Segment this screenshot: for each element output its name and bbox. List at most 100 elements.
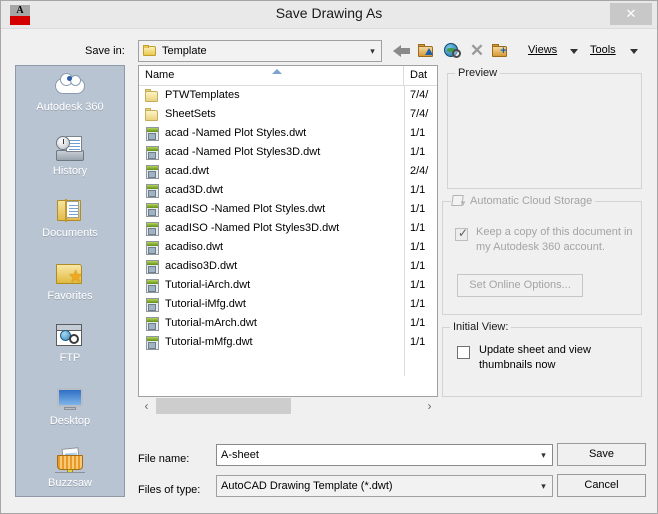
file-date-cell: 1/1 xyxy=(410,184,426,196)
file-list-row[interactable]: acadISO -Named Plot Styles.dwt 1/1 xyxy=(139,200,437,219)
cloud-upload-icon: ▼ xyxy=(451,193,467,208)
chevron-down-icon: ▾ xyxy=(370,45,375,56)
dwt-file-icon xyxy=(145,165,160,179)
places-item-label: Buzzsaw xyxy=(47,477,93,489)
dwt-file-icon xyxy=(145,222,160,236)
file-name-cell: acadISO -Named Plot Styles3D.dwt xyxy=(165,222,340,234)
file-list-row[interactable]: acadiso.dwt 1/1 xyxy=(139,238,437,257)
dwt-file-icon xyxy=(145,317,160,331)
file-date-cell: 1/1 xyxy=(410,127,426,139)
up-arrow-badge-icon xyxy=(425,48,433,55)
preview-title: Preview xyxy=(455,67,501,79)
folder-icon xyxy=(143,45,157,57)
file-name-cell: acadISO -Named Plot Styles.dwt xyxy=(165,203,326,215)
file-list-row[interactable]: Tutorial-iArch.dwt 1/1 xyxy=(139,276,437,295)
set-online-options-button[interactable]: Set Online Options... xyxy=(457,274,583,297)
file-date-cell: 1/1 xyxy=(410,298,426,310)
file-date-cell: 7/4/ xyxy=(410,89,429,101)
keep-copy-checkbox[interactable]: ✓ xyxy=(455,226,469,241)
files-of-type-label: Files of type: xyxy=(138,484,201,496)
magnifier-icon xyxy=(452,49,461,58)
places-item-ftp[interactable]: FTP xyxy=(16,321,124,364)
file-list-row[interactable]: acad -Named Plot Styles.dwt 1/1 xyxy=(139,124,437,143)
dwt-file-icon xyxy=(145,127,160,141)
scrollbar-thumb[interactable] xyxy=(156,398,291,414)
file-date-cell: 7/4/ xyxy=(410,108,429,120)
places-item-label: FTP xyxy=(59,352,81,364)
file-list-row[interactable]: acad -Named Plot Styles3D.dwt 1/1 xyxy=(139,143,437,162)
file-list-row[interactable]: Tutorial-mArch.dwt 1/1 xyxy=(139,314,437,333)
close-icon[interactable]: ✕ xyxy=(610,3,652,25)
file-list-row[interactable]: Tutorial-iMfg.dwt 1/1 xyxy=(139,295,437,314)
up-one-level-button[interactable] xyxy=(416,41,438,61)
horizontal-scrollbar[interactable]: ‹ › xyxy=(138,397,438,415)
dwt-file-icon xyxy=(145,260,160,274)
scroll-right-icon[interactable]: › xyxy=(421,397,438,415)
tools-menu-button[interactable]: Tools xyxy=(590,44,638,56)
column-header-name[interactable]: Name xyxy=(139,66,404,85)
files-of-type-dropdown[interactable]: AutoCAD Drawing Template (*.dwt) ▾ xyxy=(216,475,553,497)
file-list-rows: PTWTemplates 7/4/SheetSets 7/4/acad -Named… xyxy=(139,86,437,376)
file-list-row[interactable]: Tutorial-mMfg.dwt 1/1 xyxy=(139,333,437,352)
file-date-cell: 2/4/ xyxy=(410,165,429,177)
desktop-monitor-icon xyxy=(53,384,87,414)
column-header-date[interactable]: Dat xyxy=(405,66,437,85)
tools-menu-label: Tools xyxy=(590,44,616,56)
views-menu-button[interactable]: Views xyxy=(528,44,578,56)
cancel-button[interactable]: Cancel xyxy=(557,474,646,497)
back-button[interactable] xyxy=(392,41,414,61)
file-list[interactable]: Name Dat PTWTemplates 7/4/SheetSets 7/4/ac… xyxy=(138,65,438,397)
file-name-input[interactable]: A-sheet ▾ xyxy=(216,444,553,466)
file-list-row[interactable]: SheetSets 7/4/ xyxy=(139,105,437,124)
create-new-folder-button[interactable]: + xyxy=(490,41,512,61)
places-item-label: Autodesk 360 xyxy=(36,101,104,113)
save-button[interactable]: Save xyxy=(557,443,646,466)
file-date-cell: 1/1 xyxy=(410,336,426,348)
chevron-down-icon[interactable]: ▾ xyxy=(535,450,552,461)
preview-panel: Preview xyxy=(447,67,642,189)
file-name-cell: SheetSets xyxy=(165,108,216,120)
update-thumbnails-checkbox[interactable] xyxy=(457,346,470,359)
places-item-favorites[interactable]: ★ Favorites xyxy=(16,259,124,302)
search-web-button[interactable] xyxy=(442,41,464,61)
places-item-desktop[interactable]: Desktop xyxy=(16,384,124,427)
places-item-label: History xyxy=(52,165,88,177)
places-item-documents[interactable]: Documents xyxy=(16,196,124,239)
places-item-buzzsaw[interactable]: Buzzsaw xyxy=(16,446,124,489)
dwt-file-icon xyxy=(145,298,160,312)
folder-icon xyxy=(145,89,160,103)
automatic-cloud-storage-panel: ▼ Automatic Cloud Storage ✓ Keep a copy … xyxy=(442,193,642,315)
views-menu-label: Views xyxy=(528,44,558,56)
check-icon: ✓ xyxy=(458,226,469,240)
places-item-history[interactable]: History xyxy=(16,134,124,177)
file-list-row[interactable]: acad3D.dwt 1/1 xyxy=(139,181,437,200)
folder-icon xyxy=(145,108,160,122)
file-list-row[interactable]: acadISO -Named Plot Styles3D.dwt 1/1 xyxy=(139,219,437,238)
file-name-cell: acadiso.dwt xyxy=(165,241,224,253)
chevron-down-icon: ▾ xyxy=(541,480,546,491)
file-list-row[interactable]: acad.dwt 2/4/ xyxy=(139,162,437,181)
file-list-row[interactable]: acadiso3D.dwt 1/1 xyxy=(139,257,437,276)
page-title: Save Drawing As xyxy=(275,5,383,21)
title-bar: A Save Drawing As ✕ xyxy=(1,1,657,29)
save-in-value: Template xyxy=(162,45,207,57)
dwt-file-icon xyxy=(145,203,160,217)
x-icon: ✕ xyxy=(469,41,485,60)
file-name-cell: PTWTemplates xyxy=(165,89,240,101)
file-list-row[interactable]: PTWTemplates 7/4/ xyxy=(139,86,437,105)
file-date-cell: 1/1 xyxy=(410,241,426,253)
cloud-icon xyxy=(53,70,87,100)
dwt-file-icon xyxy=(145,336,160,350)
favorites-star-folder-icon: ★ xyxy=(53,259,87,289)
delete-button[interactable]: ✕ xyxy=(467,41,489,61)
file-name-value: A-sheet xyxy=(221,449,259,461)
file-date-cell: 1/1 xyxy=(410,260,426,272)
places-item-autodesk-360[interactable]: Autodesk 360 xyxy=(16,70,124,113)
file-list-header: Name Dat xyxy=(139,66,437,86)
save-in-dropdown[interactable]: Template ▾ xyxy=(138,40,382,62)
plus-badge-icon: + xyxy=(500,45,507,57)
arrow-left-tail xyxy=(400,48,410,54)
file-name-cell: Tutorial-iMfg.dwt xyxy=(165,298,246,310)
sort-ascending-icon xyxy=(272,69,282,74)
scroll-left-icon[interactable]: ‹ xyxy=(138,397,155,415)
